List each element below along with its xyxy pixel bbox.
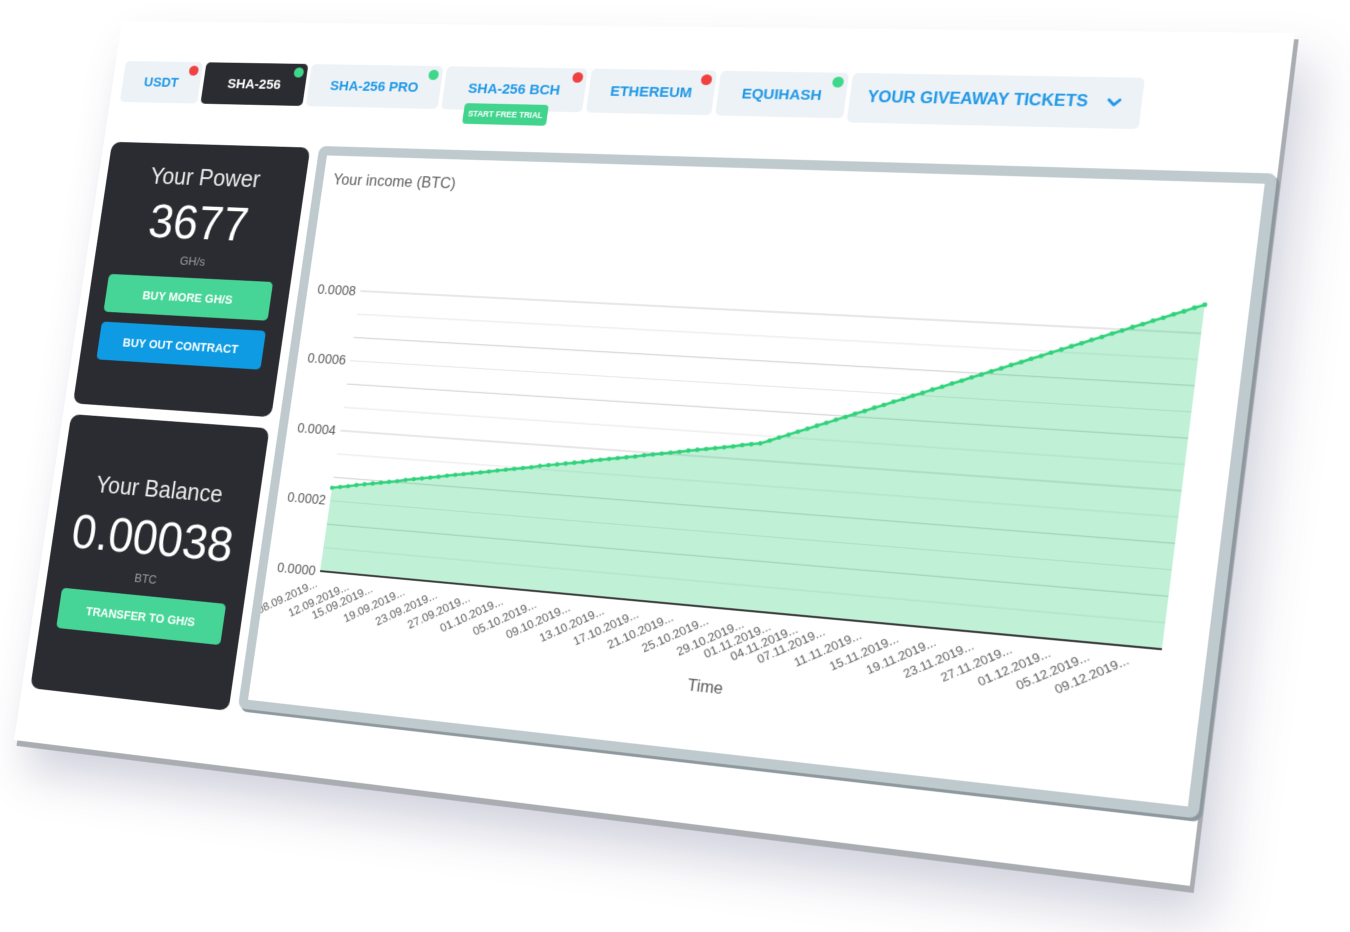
giveaway-tickets-dropdown[interactable]: YOUR GIVEAWAY TICKETS xyxy=(846,72,1146,130)
status-dot xyxy=(700,74,713,86)
balance-value: 0.00038 xyxy=(68,505,237,573)
buy-more-button[interactable]: BUY MORE GH/S xyxy=(103,273,274,321)
gridline xyxy=(360,291,1201,333)
y-tick-label: 0.0000 xyxy=(276,560,317,579)
power-value: 3677 xyxy=(145,195,252,252)
chevron-down-icon xyxy=(1104,95,1124,112)
status-dot xyxy=(293,67,305,78)
transfer-to-ghs-button[interactable]: TRANSFER TO GH/S xyxy=(56,587,227,646)
income-chart-card: Your income (BTC) Time 0.0000 0.0002 0.000… xyxy=(237,145,1278,819)
power-title: Your Power xyxy=(148,163,262,193)
tab-label: ETHEREUM xyxy=(609,82,694,101)
y-tick-label: 0.0004 xyxy=(296,420,337,438)
tab-label: SHA-256 xyxy=(226,75,282,93)
tab-ethereum[interactable]: ETHEREUM xyxy=(585,68,718,116)
y-tick-label: 0.0002 xyxy=(286,490,327,509)
tab-label: SHA-256 BCH xyxy=(467,80,562,99)
tab-equihash[interactable]: EQUIHASH xyxy=(715,70,850,119)
tab-label: USDT xyxy=(143,74,180,91)
power-unit: GH/s xyxy=(178,253,207,269)
x-axis-label: Time xyxy=(686,676,724,697)
y-tick-label: 0.0008 xyxy=(316,282,357,299)
tab-sha-256-pro[interactable]: SHA-256 PRO xyxy=(305,64,444,110)
tab-usdt[interactable]: USDT xyxy=(119,60,204,104)
dashboard-panel: USDT SHA-256 SHA-256 PRO SHA-256 BCH STA… xyxy=(13,21,1295,886)
buy-out-contract-button[interactable]: BUY OUT CONTRACT xyxy=(96,321,266,370)
chart-title: Your income (BTC) xyxy=(332,171,457,192)
income-chart: Your income (BTC) Time 0.0000 0.0002 0.000… xyxy=(256,171,1265,698)
y-tick-label: 0.0006 xyxy=(306,351,347,369)
tab-label: SHA-256 PRO xyxy=(329,77,420,96)
balance-card: Your Balance 0.00038 BTC TRANSFER TO GH/… xyxy=(30,414,270,711)
status-dot xyxy=(831,76,845,88)
power-card: Your Power 3677 GH/s BUY MORE GH/S BUY O… xyxy=(72,141,311,418)
status-dot xyxy=(188,65,200,76)
status-dot xyxy=(571,72,584,83)
tab-label: EQUIHASH xyxy=(740,85,823,104)
giveaway-label: YOUR GIVEAWAY TICKETS xyxy=(866,89,1089,111)
start-free-trial-button[interactable]: START FREE TRIAL xyxy=(462,103,549,126)
tab-sha-256[interactable]: SHA-256 xyxy=(200,62,309,106)
status-dot xyxy=(427,69,440,81)
income-area xyxy=(320,265,1205,650)
